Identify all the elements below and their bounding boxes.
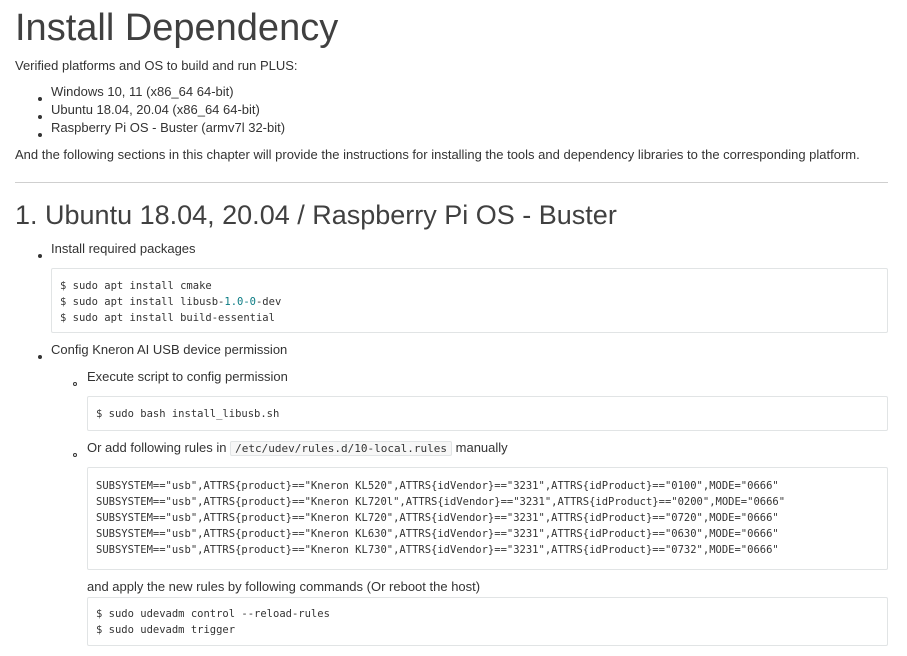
code-line: $ sudo apt install cmake	[60, 280, 212, 292]
apply-rules-label: and apply the new rules by following com…	[87, 579, 481, 594]
following-text: And the following sections in this chapt…	[15, 147, 860, 162]
rules-prefix: Or add following rules in	[87, 440, 227, 455]
bullet-icon	[38, 133, 42, 137]
rule-line: SUBSYSTEM=="usb",ATTRS{product}=="Kneron…	[96, 512, 779, 524]
rule-line: SUBSYSTEM=="usb",ATTRS{product}=="Kneron…	[96, 544, 779, 556]
section-title: 1. Ubuntu 18.04, 20.04 / Raspberry Pi OS…	[15, 200, 617, 230]
bullet-icon	[38, 115, 42, 119]
bullet-icon	[38, 97, 42, 101]
install-code-block[interactable]: $ sudo apt install cmake $ sudo apt inst…	[51, 268, 888, 333]
circle-bullet-icon	[73, 453, 77, 457]
code-line: $ sudo udevadm trigger	[96, 624, 236, 636]
rule-line: SUBSYSTEM=="usb",ATTRS{product}=="Kneron…	[96, 480, 779, 492]
code-line: $ sudo udevadm control --reload-rules	[96, 608, 330, 620]
section-divider	[15, 182, 888, 183]
bullet-icon	[38, 254, 42, 258]
platform-item-windows: Windows 10, 11 (x86_64 64-bit)	[51, 84, 234, 99]
rules-instruction: Or add following rules in /etc/udev/rule…	[87, 439, 508, 457]
rules-code-block[interactable]: SUBSYSTEM=="usb",ATTRS{product}=="Kneron…	[87, 467, 888, 570]
install-packages-label: Install required packages	[51, 241, 196, 256]
circle-bullet-icon	[73, 382, 77, 386]
execute-script-label: Execute script to config permission	[87, 369, 288, 384]
page-title: Install Dependency	[15, 7, 339, 49]
platform-item-ubuntu: Ubuntu 18.04, 20.04 (x86_64 64-bit)	[51, 102, 260, 117]
apply-code-block[interactable]: $ sudo udevadm control --reload-rules $ …	[87, 597, 888, 646]
rules-path-code: /etc/udev/rules.d/10-local.rules	[230, 441, 453, 456]
bullet-icon	[38, 355, 42, 359]
code-line: $ sudo bash install_libusb.sh	[96, 408, 280, 420]
rule-line: SUBSYSTEM=="usb",ATTRS{product}=="Kneron…	[96, 528, 779, 540]
config-permission-label: Config Kneron AI USB device permission	[51, 342, 288, 357]
rule-line: SUBSYSTEM=="usb",ATTRS{product}=="Kneron…	[96, 496, 786, 508]
version-number: 1.0-0	[224, 296, 256, 308]
intro-text: Verified platforms and OS to build and r…	[15, 58, 298, 73]
document-page: Install Dependency Verified platforms an…	[0, 0, 907, 656]
execute-code-block[interactable]: $ sudo bash install_libusb.sh	[87, 396, 888, 431]
rules-suffix: manually	[455, 440, 508, 455]
code-line: $ sudo apt install libusb-1.0-0-dev	[60, 296, 282, 308]
code-line: $ sudo apt install build-essential	[60, 312, 275, 324]
platform-item-raspberry: Raspberry Pi OS - Buster (armv7l 32-bit)	[51, 120, 286, 135]
